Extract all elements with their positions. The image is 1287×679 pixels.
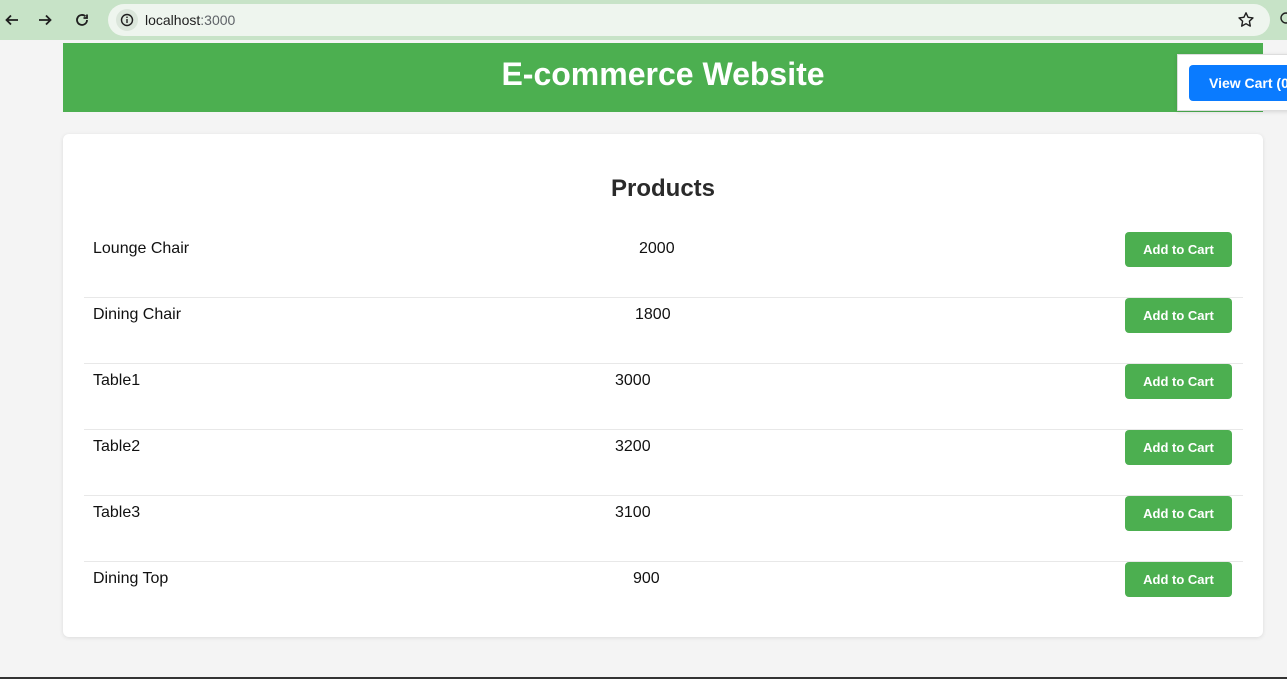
site-info-icon[interactable] bbox=[116, 9, 138, 31]
add-to-cart-button[interactable]: Add to Cart bbox=[1125, 496, 1232, 531]
add-to-cart-button[interactable]: Add to Cart bbox=[1125, 430, 1232, 465]
site-header: E-commerce Website bbox=[63, 43, 1263, 112]
product-price: 3200 bbox=[615, 438, 651, 455]
back-arrow-icon[interactable] bbox=[0, 8, 24, 32]
product-name: Table2 bbox=[93, 438, 141, 455]
product-name: Lounge Chair bbox=[93, 240, 190, 257]
product-price: 3100 bbox=[615, 504, 651, 521]
products-heading: Products bbox=[610, 175, 715, 202]
product-price: 1800 bbox=[635, 306, 671, 323]
cart-panel: View Cart (0) bbox=[1177, 54, 1287, 111]
product-name: Dining Chair bbox=[93, 306, 182, 323]
profile-icon[interactable] bbox=[1278, 10, 1287, 30]
products-card: Products Lounge Chair 2000 Add to Cart D… bbox=[63, 134, 1263, 637]
product-price: 2000 bbox=[639, 240, 675, 257]
forward-arrow-icon[interactable] bbox=[33, 8, 57, 32]
add-to-cart-button[interactable]: Add to Cart bbox=[1125, 298, 1232, 333]
view-cart-button[interactable]: View Cart (0) bbox=[1189, 65, 1287, 101]
product-row: Table3 3100 Add to Cart bbox=[84, 496, 1243, 562]
browser-toolbar: localhost:3000 bbox=[0, 0, 1287, 40]
product-price: 900 bbox=[633, 570, 660, 587]
product-row: Table1 3000 Add to Cart bbox=[84, 364, 1243, 430]
product-row: Lounge Chair 2000 Add to Cart bbox=[84, 232, 1243, 298]
site-title: E-commerce Website bbox=[501, 56, 825, 92]
product-row: Dining Top 900 Add to Cart bbox=[84, 562, 1243, 628]
add-to-cart-button[interactable]: Add to Cart bbox=[1125, 364, 1232, 399]
bookmark-star-icon[interactable] bbox=[1236, 10, 1256, 30]
url-port: :3000 bbox=[200, 12, 236, 28]
product-name: Dining Top bbox=[93, 570, 169, 587]
address-bar[interactable]: localhost:3000 bbox=[108, 4, 1270, 36]
reload-icon[interactable] bbox=[70, 8, 94, 32]
product-price: 3000 bbox=[615, 372, 651, 389]
product-row: Dining Chair 1800 Add to Cart bbox=[84, 298, 1243, 364]
product-name: Table1 bbox=[93, 372, 141, 389]
product-name: Table3 bbox=[93, 504, 141, 521]
url-text: localhost:3000 bbox=[145, 12, 235, 28]
add-to-cart-button[interactable]: Add to Cart bbox=[1125, 232, 1232, 267]
add-to-cart-button[interactable]: Add to Cart bbox=[1125, 562, 1232, 597]
url-host: localhost bbox=[145, 12, 201, 28]
product-row: Table2 3200 Add to Cart bbox=[84, 430, 1243, 496]
